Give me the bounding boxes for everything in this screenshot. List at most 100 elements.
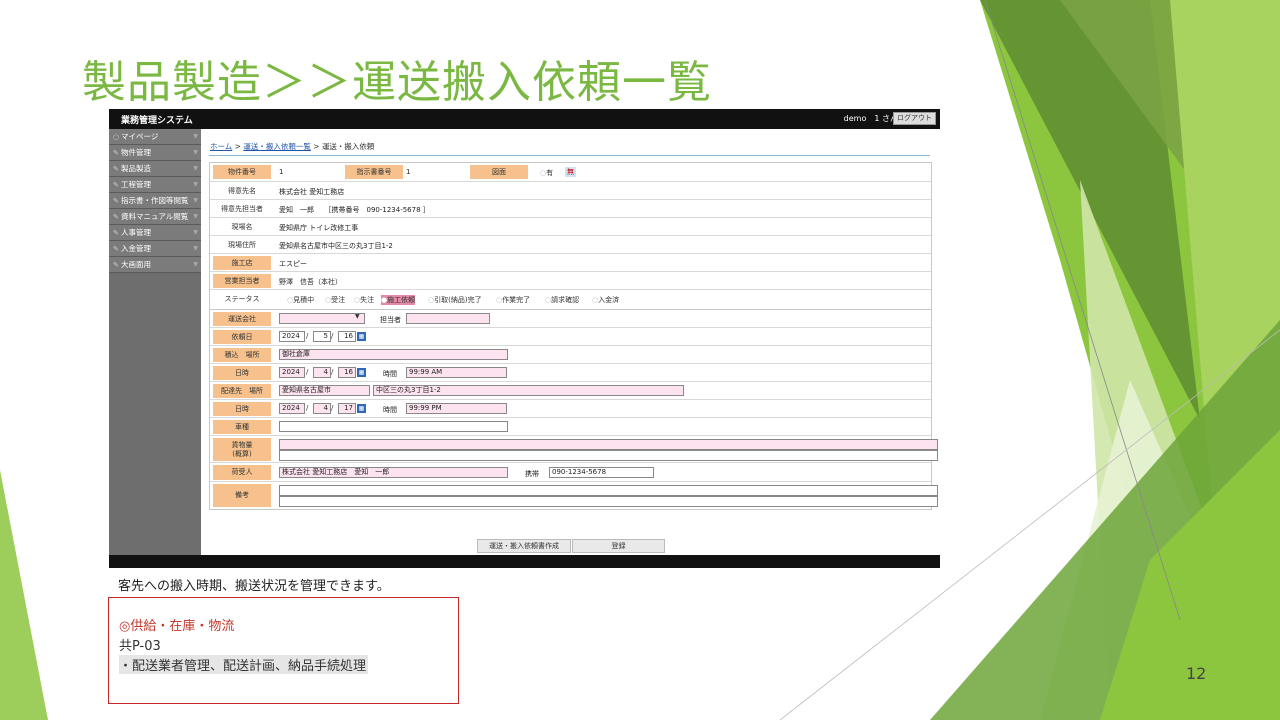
request-date-label: 依頼日 <box>213 330 271 344</box>
status-radio-estimate[interactable]: ○見積中 <box>287 295 314 305</box>
table-row: 荷受人 株式会社 愛知工務店 愛知 一郎 携帯 090-1234-5678 <box>210 463 931 482</box>
logout-button[interactable]: ログアウト <box>893 112 936 125</box>
cargo-label: 貨物量 (概算) <box>213 438 271 461</box>
chevron-down-icon: ▼ <box>193 149 198 156</box>
site-address: 愛知県名古屋市中区三の丸3丁目1-2 <box>279 242 393 250</box>
receiver-label: 荷受人 <box>213 465 271 480</box>
calendar-icon[interactable]: ▦ <box>357 404 366 413</box>
sidebar-item-manuals[interactable]: ✎ 資料マニュアル閲覧 ▼ <box>109 209 201 225</box>
request-date-year[interactable]: 2024 <box>279 331 305 342</box>
breadcrumb-list[interactable]: 運送・搬入依頼一覧 <box>243 142 311 151</box>
status-radio-paid[interactable]: ○入金済 <box>592 295 619 305</box>
loading-date-day[interactable]: 16 <box>338 367 356 378</box>
loading-place-input[interactable]: 御社倉庫 <box>279 349 508 360</box>
contractor-label: 施工店 <box>213 256 271 270</box>
breadcrumb: ホーム > 運送・搬入依頼一覧 > 運送・搬入依頼 <box>210 142 375 151</box>
status-radio-billing[interactable]: ○請求確認 <box>545 295 579 305</box>
status-radio-construction[interactable]: ●施工依頼 <box>381 295 416 305</box>
status-radio-work-done[interactable]: ○作業完了 <box>496 295 530 305</box>
property-no: 1 <box>279 168 284 176</box>
calendar-icon[interactable]: ▦ <box>357 332 366 341</box>
receiver-input[interactable]: 株式会社 愛知工務店 愛知 一郎 <box>279 467 508 478</box>
chevron-down-icon: ▼ <box>193 245 198 252</box>
table-row: 依頼日 2024 / 5 / 16 ▦ <box>210 328 931 346</box>
loading-time-label: 時間 <box>383 370 397 378</box>
pencil-icon: ✎ <box>113 245 119 253</box>
pencil-icon: ✎ <box>113 165 119 173</box>
delivery-date-year[interactable]: 2024 <box>279 403 305 414</box>
property-info-table: 物件番号 1 指示書番号 1 図面 ○有 無 得意先名 株式会社 愛知工務店 得… <box>209 162 932 310</box>
sidebar-item-manufacturing[interactable]: ✎ 製品製造 ▼ <box>109 161 201 177</box>
instruction-no-label: 指示書番号 <box>345 165 403 179</box>
delivery-time-label: 時間 <box>383 406 397 414</box>
register-button[interactable]: 登録 <box>572 539 665 553</box>
status-radio-lost[interactable]: ○失注 <box>354 295 374 305</box>
loading-time-input[interactable]: 99:99 AM <box>406 367 507 378</box>
divider <box>209 155 930 156</box>
sidebar-item-property[interactable]: ✎ 物件管理 ▼ <box>109 145 201 161</box>
sidebar-item-drawings[interactable]: ✎ 指示書・作図等閲覧 ▼ <box>109 193 201 209</box>
status-radio-order[interactable]: ○受注 <box>325 295 345 305</box>
sidebar-item-process[interactable]: ✎ 工程管理 ▼ <box>109 177 201 193</box>
loading-date-month[interactable]: 4 <box>313 367 331 378</box>
delivery-datetime-label: 日時 <box>213 402 271 416</box>
calendar-icon[interactable]: ▦ <box>357 368 366 377</box>
status-label: ステータス <box>213 292 271 306</box>
person-input[interactable] <box>406 313 490 324</box>
delivery-time-input[interactable]: 99:99 PM <box>406 403 507 414</box>
chevron-down-icon: ▼ <box>355 313 360 320</box>
sales-label: 営業担当者 <box>213 274 271 288</box>
delivery-place-input-1[interactable]: 愛知県名古屋市 <box>279 385 370 396</box>
drawing-yes-radio[interactable]: ○有 <box>540 168 553 178</box>
pencil-icon: ✎ <box>113 213 119 221</box>
person-label: 担当者 <box>380 316 401 324</box>
request-date-day[interactable]: 16 <box>338 331 356 342</box>
remarks-input[interactable] <box>279 485 938 496</box>
drawing-no-radio[interactable]: 無 <box>565 167 576 177</box>
loading-place-label: 積込 場所 <box>213 348 271 362</box>
chevron-down-icon: ▼ <box>193 213 198 220</box>
table-row: 現場住所 愛知県名古屋市中区三の丸3丁目1-2 <box>210 236 931 254</box>
client-contact: 愛知 一郎 ［携帯番号 090-1234-5678 ］ <box>279 206 430 214</box>
table-row: 日時 2024 / 4 / 16 ▦ 時間 99:99 AM <box>210 364 931 382</box>
cargo-input-2[interactable] <box>279 450 938 461</box>
sidebar-item-payments[interactable]: ✎ 入金管理 ▼ <box>109 241 201 257</box>
cargo-input[interactable] <box>279 439 938 450</box>
delivery-date-month[interactable]: 4 <box>313 403 331 414</box>
vehicle-label: 車種 <box>213 420 271 434</box>
main-content: ホーム > 運送・搬入依頼一覧 > 運送・搬入依頼 物件番号 1 指示書番号 1… <box>201 129 940 555</box>
slide-title: 製品製造＞＞運送搬入依頼一覧 <box>82 57 712 108</box>
sales-person: 野澤 信吾（本社） <box>279 278 342 286</box>
breadcrumb-home[interactable]: ホーム <box>210 142 232 151</box>
mobile-input[interactable]: 090-1234-5678 <box>549 467 654 478</box>
table-row: 施工店 エスピー <box>210 254 931 272</box>
sidebar-item-mypage[interactable]: ○ マイページ ▼ <box>109 129 201 145</box>
sidebar-item-hr[interactable]: ✎ 人事管理 ▼ <box>109 225 201 241</box>
table-row: 物件番号 1 指示書番号 1 図面 ○有 無 <box>210 163 931 182</box>
table-row: 運送会社 ▼ 担当者 <box>210 310 931 328</box>
chevron-down-icon: ▼ <box>193 197 198 204</box>
table-row: 備考 <box>210 482 938 509</box>
client-label: 得意先名 <box>213 184 271 198</box>
app-title: 業務管理システム <box>121 116 193 126</box>
carrier-label: 運送会社 <box>213 312 271 326</box>
sidebar-item-bigscreen[interactable]: ✎ 大画面用 ▼ <box>109 257 201 273</box>
chevron-down-icon: ▼ <box>193 229 198 236</box>
create-request-document-button[interactable]: 運送・搬入依頼書作成 <box>477 539 571 553</box>
sidebar: ○ マイページ ▼ ✎ 物件管理 ▼ ✎ 製品製造 ▼ ✎ 工程管理 ▼ ✎ 指示書・作図等閲覧 ▼… <box>109 129 201 555</box>
delivery-place-input-2[interactable]: 中区三の丸3丁目1-2 <box>373 385 684 396</box>
status-radio-delivered[interactable]: ○引取(納品)完了 <box>428 295 482 305</box>
carrier-select[interactable] <box>279 313 365 324</box>
home-icon: ○ <box>113 133 120 141</box>
client-name: 株式会社 愛知工務店 <box>279 188 345 196</box>
delivery-date-day[interactable]: 17 <box>338 403 356 414</box>
table-row: ステータス ○見積中 ○受注 ○失注 ●施工依頼 ○引取(納品)完了 ○作業完了… <box>210 290 931 309</box>
note-category: ◎供給・在庫・物流 <box>119 619 235 634</box>
property-no-label: 物件番号 <box>213 165 271 179</box>
loading-date-year[interactable]: 2024 <box>279 367 305 378</box>
request-date-month[interactable]: 5 <box>313 331 331 342</box>
site-address-label: 現場住所 <box>213 238 271 252</box>
remarks-input-2[interactable] <box>279 496 938 507</box>
vehicle-input[interactable] <box>279 421 508 432</box>
chevron-down-icon: ▼ <box>193 261 198 268</box>
